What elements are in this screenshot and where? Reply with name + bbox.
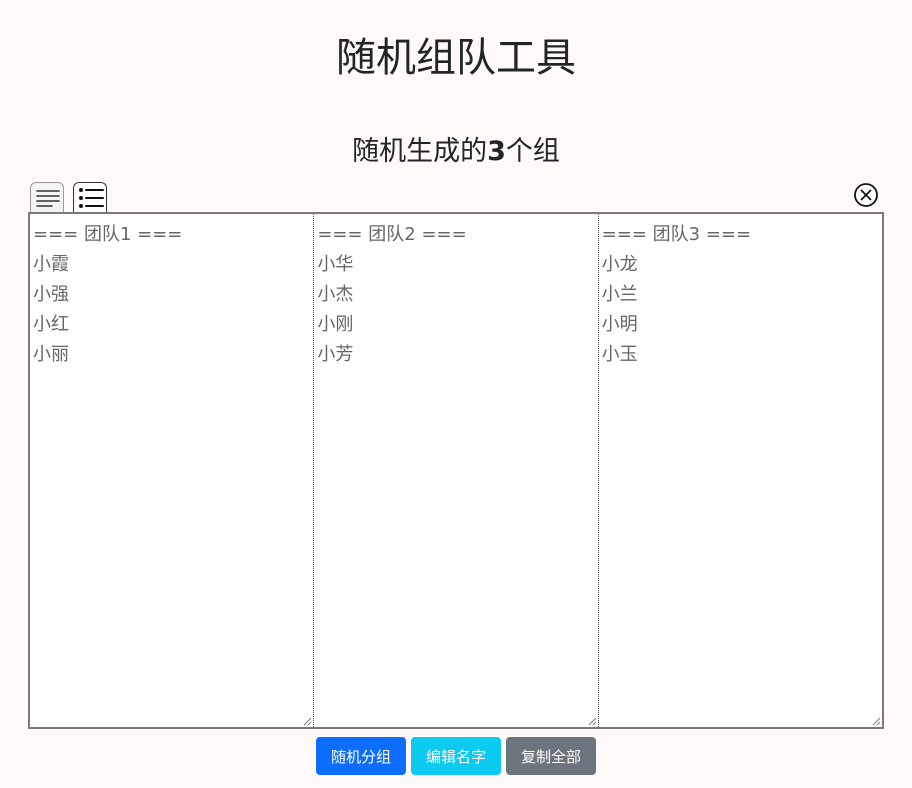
result-subtitle: 随机生成的3个组 <box>0 133 912 171</box>
subtitle-prefix: 随机生成的 <box>352 136 488 167</box>
tab-list-view[interactable] <box>73 182 107 212</box>
member-name: 小芳 <box>317 344 354 365</box>
member-name: 小兰 <box>601 284 638 305</box>
group-textarea-1[interactable]: === 团队1 === 小霞 小强 小红 小丽 <box>30 214 313 727</box>
resize-handle-icon[interactable] <box>302 716 312 726</box>
member-name: 小玉 <box>601 344 638 365</box>
member-name: 小强 <box>33 284 69 305</box>
resize-handle-icon[interactable] <box>587 716 597 726</box>
text-lines-icon <box>36 190 60 207</box>
tab-text-view[interactable] <box>30 182 64 212</box>
edit-names-button[interactable]: 编辑名字 <box>411 737 501 775</box>
member-name: 小丽 <box>33 344 69 365</box>
group-header: === 团队1 === <box>33 224 183 245</box>
group-count: 3 <box>487 136 506 167</box>
member-name: 小刚 <box>317 314 354 335</box>
member-name: 小红 <box>33 314 69 335</box>
random-group-button[interactable]: 随机分组 <box>316 737 406 775</box>
member-name: 小龙 <box>601 254 638 275</box>
member-name: 小明 <box>601 314 638 335</box>
subtitle-suffix: 个组 <box>505 136 560 167</box>
group-header: === 团队3 === <box>601 224 752 245</box>
member-name: 小霞 <box>33 254 69 275</box>
page-title: 随机组队工具 <box>336 35 576 81</box>
group-textarea-3[interactable]: === 团队3 === 小龙 小兰 小明 小玉 <box>597 214 882 727</box>
groups-container: === 团队1 === 小霞 小强 小红 小丽 === 团队2 === 小华 小… <box>28 212 884 729</box>
close-button[interactable] <box>853 182 879 208</box>
member-name: 小杰 <box>317 284 354 305</box>
bullet-list-icon <box>79 188 104 208</box>
member-name: 小华 <box>317 254 354 275</box>
group-header: === 团队2 === <box>317 224 467 245</box>
group-textarea-2[interactable]: === 团队2 === 小华 小杰 小刚 小芳 <box>313 214 597 727</box>
copy-all-button[interactable]: 复制全部 <box>506 737 596 775</box>
action-buttons: 随机分组 编辑名字 复制全部 <box>0 737 912 775</box>
close-circle-icon <box>854 183 878 207</box>
resize-handle-icon[interactable] <box>871 716 881 726</box>
